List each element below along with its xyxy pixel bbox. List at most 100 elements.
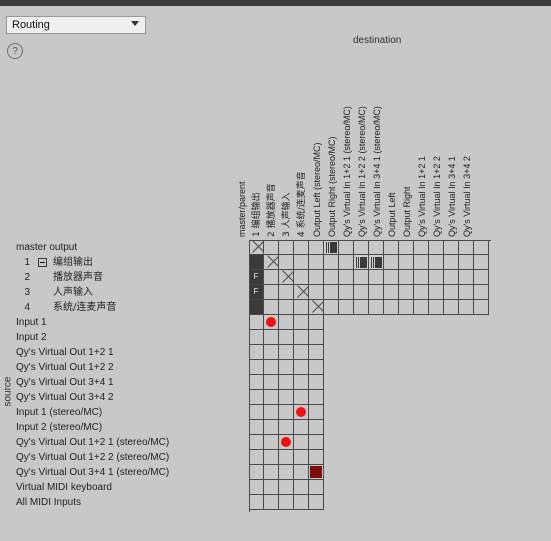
matrix-cell-r6-c1[interactable] [264,330,279,345]
row-label-11[interactable]: Input 1 (stereo/MC) [0,405,249,420]
matrix-cell-r15-c3[interactable] [294,465,309,480]
matrix-cell-r0-c5[interactable] [324,240,339,255]
row-label-14[interactable]: Qy's Virtual Out 1+2 2 (stereo/MC) [0,450,249,465]
row-label-8[interactable]: Qy's Virtual Out 1+2 2 [0,360,249,375]
matrix-cell-r2-c1[interactable] [264,270,279,285]
matrix-cell-r9-c0[interactable] [249,375,264,390]
matrix-cell-r3-c7[interactable] [354,285,369,300]
matrix-cell-r11-c0[interactable] [249,405,264,420]
matrix-cell-r3-c14[interactable] [459,285,474,300]
matrix-cell-r9-c2[interactable] [279,375,294,390]
matrix-cell-r11-c1[interactable] [264,405,279,420]
matrix-cell-r0-c8[interactable] [369,240,384,255]
matrix-cell-r5-c2[interactable] [279,315,294,330]
matrix-cell-r1-c13[interactable] [444,255,459,270]
collapse-toggle-icon[interactable] [38,258,47,267]
row-label-3[interactable]: 3 人声输入 [0,285,249,300]
matrix-cell-r4-c5[interactable] [324,300,339,315]
matrix-cell-r10-c1[interactable] [264,390,279,405]
matrix-cell-r13-c0[interactable] [249,435,264,450]
matrix-cell-r2-c5[interactable] [324,270,339,285]
matrix-cell-r4-c11[interactable] [414,300,429,315]
matrix-cell-r4-c2[interactable] [279,300,294,315]
matrix-cell-r13-c1[interactable] [264,435,279,450]
matrix-cell-r4-c0[interactable] [249,300,264,315]
row-label-2[interactable]: 2 播放器声音 [0,270,249,285]
matrix-cell-r7-c1[interactable] [264,345,279,360]
matrix-cell-r2-c0[interactable]: F [249,270,264,285]
matrix-cell-r2-c7[interactable] [354,270,369,285]
matrix-cell-r7-c3[interactable] [294,345,309,360]
matrix-cell-r1-c3[interactable] [294,255,309,270]
matrix-cell-r10-c2[interactable] [279,390,294,405]
matrix-cell-r0-c10[interactable] [399,240,414,255]
matrix-cell-r4-c10[interactable] [399,300,414,315]
matrix-cell-r2-c12[interactable] [429,270,444,285]
matrix-cell-r11-c2[interactable] [279,405,294,420]
row-label-6[interactable]: Input 2 [0,330,249,345]
matrix-cell-r1-c6[interactable] [339,255,354,270]
matrix-cell-r4-c4[interactable] [309,300,324,315]
matrix-cell-r1-c14[interactable] [459,255,474,270]
matrix-cell-r0-c3[interactable] [294,240,309,255]
row-label-17[interactable]: All MIDI Inputs [0,495,249,510]
matrix-cell-r16-c0[interactable] [249,480,264,495]
matrix-cell-r14-c1[interactable] [264,450,279,465]
matrix-cell-r10-c3[interactable] [294,390,309,405]
matrix-cell-r1-c5[interactable] [324,255,339,270]
matrix-cell-r2-c9[interactable] [384,270,399,285]
matrix-cell-r2-c4[interactable] [309,270,324,285]
matrix-cell-r15-c1[interactable] [264,465,279,480]
matrix-cell-r4-c8[interactable] [369,300,384,315]
matrix-cell-r16-c3[interactable] [294,480,309,495]
matrix-cell-r17-c2[interactable] [279,495,294,510]
matrix-cell-r2-c10[interactable] [399,270,414,285]
row-label-9[interactable]: Qy's Virtual Out 3+4 1 [0,375,249,390]
row-label-4[interactable]: 4 系统/连麦声音 [0,300,249,315]
matrix-cell-r7-c2[interactable] [279,345,294,360]
matrix-cell-r3-c12[interactable] [429,285,444,300]
matrix-cell-r4-c14[interactable] [459,300,474,315]
matrix-cell-r4-c3[interactable] [294,300,309,315]
matrix-cell-r4-c15[interactable] [474,300,489,315]
row-label-16[interactable]: Virtual MIDI keyboard [0,480,249,495]
matrix-cell-r5-c3[interactable] [294,315,309,330]
matrix-cell-r5-c1[interactable] [264,315,279,330]
row-label-10[interactable]: Qy's Virtual Out 3+4 2 [0,390,249,405]
matrix-cell-r0-c4[interactable] [309,240,324,255]
matrix-cell-r1-c12[interactable] [429,255,444,270]
matrix-cell-r4-c12[interactable] [429,300,444,315]
matrix-cell-r2-c11[interactable] [414,270,429,285]
matrix-cell-r15-c0[interactable] [249,465,264,480]
row-label-15[interactable]: Qy's Virtual Out 3+4 1 (stereo/MC) [0,465,249,480]
matrix-cell-r4-c9[interactable] [384,300,399,315]
matrix-cell-r4-c13[interactable] [444,300,459,315]
matrix-cell-r8-c4[interactable] [309,360,324,375]
matrix-cell-r14-c0[interactable] [249,450,264,465]
matrix-cell-r16-c2[interactable] [279,480,294,495]
matrix-cell-r2-c6[interactable] [339,270,354,285]
matrix-cell-r2-c14[interactable] [459,270,474,285]
matrix-cell-r4-c1[interactable] [264,300,279,315]
matrix-cell-r8-c1[interactable] [264,360,279,375]
matrix-cell-r5-c0[interactable] [249,315,264,330]
matrix-cell-r16-c1[interactable] [264,480,279,495]
matrix-cell-r1-c8[interactable] [369,255,384,270]
matrix-cell-r0-c0[interactable] [249,240,264,255]
help-icon[interactable]: ? [7,43,23,59]
matrix-cell-r1-c7[interactable] [354,255,369,270]
matrix-cell-r0-c9[interactable] [384,240,399,255]
matrix-cell-r12-c3[interactable] [294,420,309,435]
matrix-cell-r3-c11[interactable] [414,285,429,300]
row-label-7[interactable]: Qy's Virtual Out 1+2 1 [0,345,249,360]
matrix-cell-r6-c2[interactable] [279,330,294,345]
matrix-cell-r8-c0[interactable] [249,360,264,375]
matrix-cell-r15-c4[interactable] [309,465,324,480]
matrix-cell-r15-c2[interactable] [279,465,294,480]
matrix-cell-r0-c13[interactable] [444,240,459,255]
matrix-cell-r3-c9[interactable] [384,285,399,300]
matrix-cell-r9-c3[interactable] [294,375,309,390]
matrix-cell-r14-c4[interactable] [309,450,324,465]
matrix-cell-r0-c11[interactable] [414,240,429,255]
matrix-cell-r1-c10[interactable] [399,255,414,270]
